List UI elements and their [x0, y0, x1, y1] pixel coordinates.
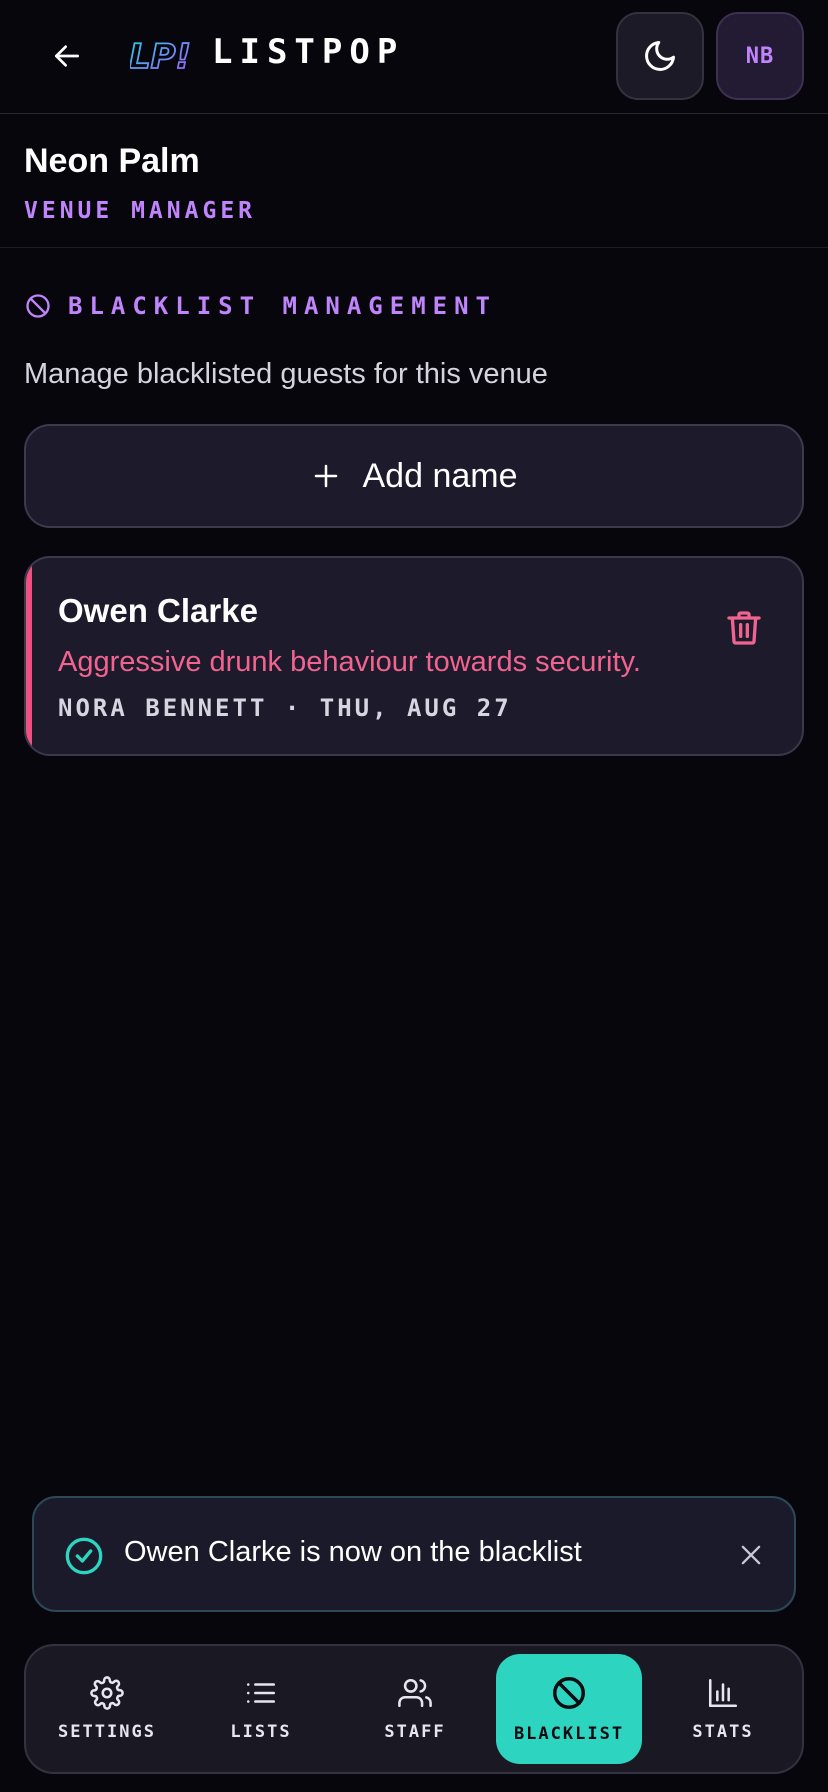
app-header: LP! LISTPOP NB [0, 0, 828, 114]
plus-icon [314, 464, 337, 488]
moon-icon [645, 41, 675, 71]
blacklist-entry-card: Owen Clarke Aggressive drunk behaviour t… [24, 556, 804, 756]
nav-settings[interactable]: SETTINGS [34, 1654, 180, 1764]
section-title: BLACKLIST MANAGEMENT [68, 292, 497, 320]
nav-label: SETTINGS [58, 1722, 156, 1742]
toast-message: Owen Clarke is now on the blacklist [124, 1536, 582, 1568]
delete-entry-button[interactable] [716, 600, 772, 656]
blacklist-meta: NORA BENNETT · THU, AUG 27 [58, 694, 512, 722]
users-icon [398, 1678, 432, 1708]
danger-stripe [26, 558, 32, 754]
trash-icon [727, 611, 761, 645]
venue-role: VENUE MANAGER [24, 198, 257, 224]
nav-lists[interactable]: LISTS [188, 1654, 334, 1764]
theme-toggle-button[interactable] [616, 12, 704, 100]
section-description: Manage blacklisted guests for this venue [24, 358, 548, 390]
ban-icon [553, 1677, 585, 1709]
venue-info: Neon Palm VENUE MANAGER [0, 114, 828, 248]
check-circle-icon [65, 1537, 103, 1575]
nav-stats[interactable]: STATS [650, 1654, 796, 1764]
toast-close-button[interactable] [728, 1532, 774, 1578]
add-name-label: Add name [362, 456, 518, 495]
list-icon [246, 1683, 276, 1703]
nav-label: BLACKLIST [513, 1724, 625, 1744]
gear-icon [90, 1676, 124, 1710]
nav-label: STAFF [384, 1722, 446, 1742]
close-icon [741, 1545, 761, 1565]
back-button[interactable] [44, 33, 90, 79]
arrow-left-icon [55, 45, 79, 67]
nav-blacklist[interactable]: BLACKLIST [496, 1654, 642, 1764]
bottom-navigation: SETTINGS LISTS STAFF BLACKLIST STATS [24, 1644, 804, 1774]
section-header: BLACKLIST MANAGEMENT [24, 292, 497, 320]
nav-label: LISTS [230, 1722, 292, 1742]
venue-name: Neon Palm [24, 142, 200, 180]
avatar-button[interactable]: NB [716, 12, 804, 100]
add-name-button[interactable]: Add name [24, 424, 804, 528]
nav-staff[interactable]: STAFF [342, 1654, 488, 1764]
ban-icon [26, 294, 50, 318]
app-logo: LP! [130, 30, 190, 80]
bar-chart-icon [708, 1678, 738, 1708]
nav-label: STATS [692, 1722, 754, 1742]
toast-notification: Owen Clarke is now on the blacklist [32, 1496, 796, 1612]
blacklist-reason: Aggressive drunk behaviour towards secur… [58, 646, 641, 678]
guest-name: Owen Clarke [58, 592, 258, 629]
avatar-initials: NB [745, 43, 775, 69]
svg-text:LP!: LP! [130, 37, 190, 77]
app-title: LISTPOP [212, 32, 405, 72]
